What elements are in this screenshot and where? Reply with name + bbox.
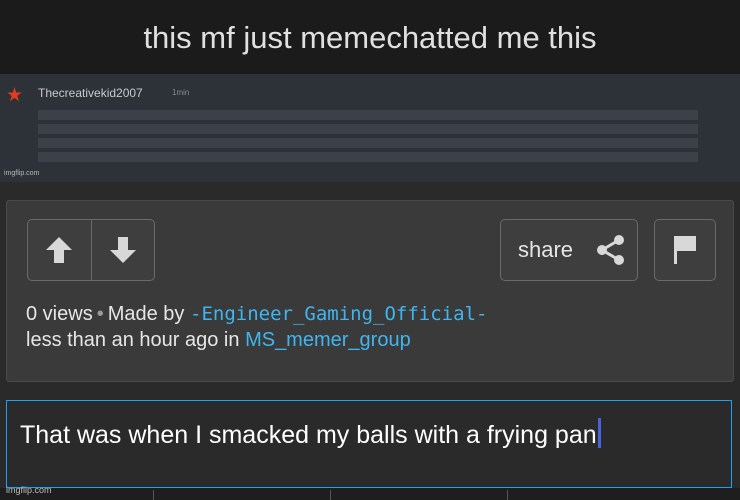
comment-value: That was when I smacked my balls with a … xyxy=(20,421,597,449)
bottom-divider xyxy=(507,490,508,500)
share-button[interactable]: share xyxy=(500,219,638,281)
redacted-message xyxy=(38,108,698,166)
chat-timestamp: 1min xyxy=(172,88,190,97)
bottom-bar xyxy=(0,488,740,500)
posted-time: less than an hour ago in xyxy=(26,329,240,351)
meme-caption: this mf just memechatted me this xyxy=(0,0,740,74)
vote-group xyxy=(27,219,155,281)
meme-info-panel: share 0 views • Made by -Engineer_Gaming_O… xyxy=(6,200,734,382)
share-label: share xyxy=(518,237,574,262)
comment-text: That was when I smacked my balls with a … xyxy=(20,418,601,450)
chat-watermark: imgflip.com xyxy=(4,170,40,177)
meme-meta: 0 views • Made by -Engineer_Gaming_Officia… xyxy=(26,301,487,353)
author-link[interactable]: -Engineer_Gaming_Official- xyxy=(190,303,487,325)
bottom-divider xyxy=(330,490,331,500)
chat-username: Thecreativekid2007 xyxy=(38,86,143,100)
flag-icon xyxy=(674,236,696,264)
separator-dot: • xyxy=(96,303,104,325)
arrow-up-icon xyxy=(46,237,73,263)
flag-button[interactable] xyxy=(654,219,716,281)
share-icon xyxy=(597,235,624,265)
view-count: 0 views xyxy=(26,303,93,325)
bottom-divider xyxy=(153,490,154,500)
comment-input[interactable]: That was when I smacked my balls with a … xyxy=(6,400,732,488)
downvote-button[interactable] xyxy=(90,220,155,280)
upvote-button[interactable] xyxy=(28,220,91,280)
made-by-label: Made by xyxy=(107,303,185,325)
chat-screenshot: ★ Thecreativekid2007 1min imgflip.com xyxy=(0,74,740,182)
arrow-down-icon xyxy=(109,237,136,263)
text-caret xyxy=(597,418,601,448)
star-icon: ★ xyxy=(6,85,24,106)
footer-watermark: imgflip.com xyxy=(6,485,52,495)
group-link[interactable]: MS_memer_group xyxy=(245,329,411,351)
